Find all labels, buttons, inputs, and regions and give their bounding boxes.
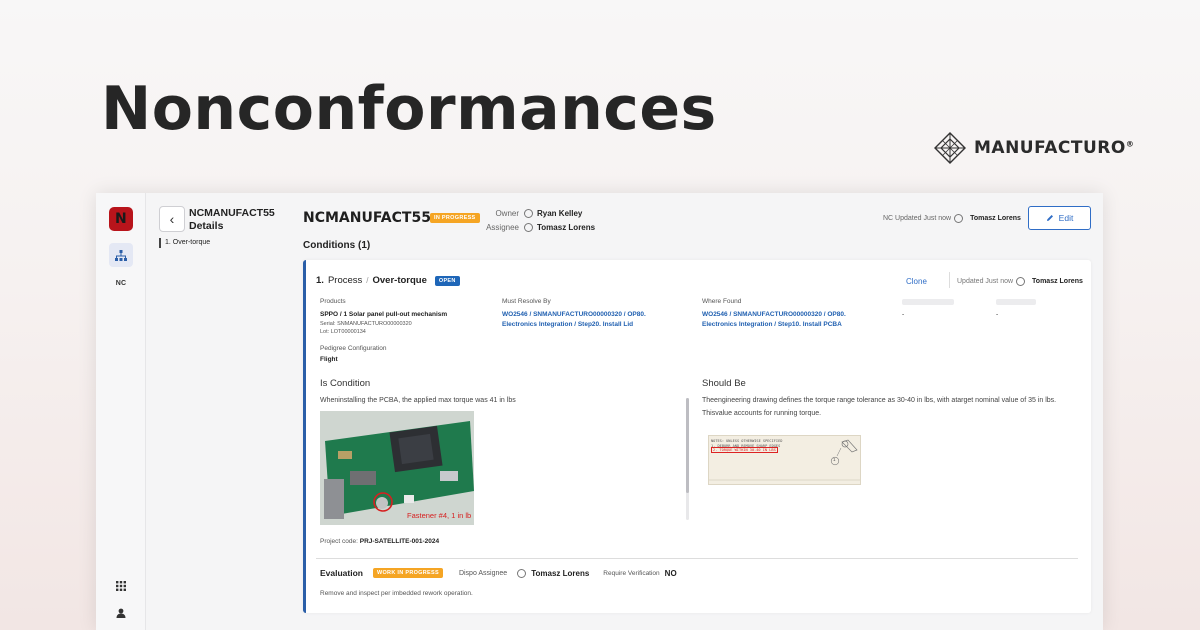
photo-caption: Fastener #4, 1 in lb <box>407 511 472 520</box>
sidebar-title: NCMANUFACT55 Details <box>189 207 275 232</box>
project-code: Project code: PRJ-SATELLITE-001-2024 <box>320 538 440 545</box>
pencil-icon <box>1046 215 1053 221</box>
divider <box>316 558 1078 559</box>
verification-label: Require Verification <box>603 569 660 577</box>
is-condition-text: Wheninstalling the PCBA, the applied max… <box>320 397 516 404</box>
must-resolve-link[interactable]: WO2546 / SNMANUFACTURO00000320 / OP80. E… <box>502 310 667 330</box>
scrollbar[interactable] <box>686 398 689 520</box>
nc-updated: NC Updated Just now Tomasz Lorens <box>883 214 1021 223</box>
condition-category: Process <box>327 275 363 286</box>
nc-updated-by: Tomasz Lorens <box>970 215 1021 222</box>
products-label: Products <box>320 298 346 305</box>
condition-name: Over-torque <box>372 275 427 286</box>
user-icon[interactable] <box>109 601 133 625</box>
clone-button[interactable]: Clone <box>906 277 927 286</box>
edit-button[interactable]: Edit <box>1028 206 1091 230</box>
condition-heading: 1. Process / Over-torque OPEN <box>316 275 460 286</box>
avatar-icon <box>517 568 527 578</box>
evaluation-title: Evaluation <box>320 568 363 578</box>
avatar-icon <box>1016 277 1026 286</box>
avatar-icon <box>954 214 964 223</box>
nc-icon[interactable]: NC <box>109 271 133 295</box>
app-logo[interactable]: N <box>109 207 133 231</box>
condition-updated: Updated Just now Tomasz Lorens <box>957 277 1083 286</box>
nc-id: NCMANUFACT55 <box>303 210 431 226</box>
should-be-text: Theengineering drawing defines the torqu… <box>702 397 1057 417</box>
condition-card: 1. Process / Over-torque OPEN Clone Upda… <box>303 260 1091 613</box>
must-resolve-label: Must Resolve By <box>502 298 551 305</box>
where-found-link[interactable]: WO2546 / SNMANUFACTURO00000320 / OP80. E… <box>702 310 872 330</box>
brand-logo: MANUFACTURO® <box>934 132 1134 164</box>
dispo-assignee[interactable]: Tomasz Lorens <box>531 569 589 578</box>
scrollbar-thumb[interactable] <box>686 398 689 493</box>
hierarchy-icon[interactable] <box>109 243 133 267</box>
avatar-icon <box>524 222 533 232</box>
placeholder-label <box>996 299 1036 305</box>
pedigree-label: Pedigree Configuration <box>320 345 387 352</box>
details-sidebar: ‹ NCMANUFACT55 Details 1. Over-torque <box>146 193 291 630</box>
chevron-left-icon: ‹ <box>169 211 175 227</box>
nc-updated-text: NC Updated Just now <box>883 215 952 222</box>
back-button[interactable]: ‹ <box>159 206 185 232</box>
people-block: Owner Ryan Kelley Assignee Tomasz Lorens <box>481 206 595 234</box>
owner-label: Owner <box>495 208 519 218</box>
evaluation-note: Remove and inspect per imbedded rework o… <box>320 590 473 597</box>
lot-value: Lot: LOT00000134 <box>320 329 366 335</box>
where-found-label: Where Found <box>702 298 742 305</box>
conditions-title: Conditions (1) <box>303 240 371 251</box>
extra-value-b: - <box>996 311 999 318</box>
open-badge: OPEN <box>434 275 460 286</box>
evaluation-row: Evaluation WORK IN PROGRESS Dispo Assign… <box>320 568 677 578</box>
hero-title: Nonconformances <box>101 74 717 144</box>
avatar-icon <box>524 208 533 218</box>
divider <box>949 272 950 288</box>
owner-name[interactable]: Ryan Kelley <box>537 209 582 218</box>
evaluation-status-badge: WORK IN PROGRESS <box>372 568 443 578</box>
condition-number: 1. <box>316 275 324 286</box>
nav-rail: N NC <box>96 193 146 630</box>
main-content: NCMANUFACT55 IN PROGRESS Owner Ryan Kell… <box>291 193 1103 630</box>
placeholder-label <box>902 299 954 305</box>
drawing-callout: 1 <box>833 457 836 462</box>
sidebar-item-over-torque[interactable]: 1. Over-torque <box>159 238 210 248</box>
pcb-photo[interactable]: Fastener #4, 1 in lb <box>320 411 474 525</box>
is-condition-title: Is Condition <box>320 378 371 389</box>
condition-updated-text: Updated Just now <box>957 278 1014 285</box>
apps-grid-icon[interactable] <box>109 574 133 598</box>
status-badge: IN PROGRESS <box>430 213 480 223</box>
products-value: SPPO / 1 Solar panel pull-out mechanism … <box>320 310 490 336</box>
edit-label: Edit <box>1058 213 1074 223</box>
serial-value: Serial: SNMANUFACTURO00000320 <box>320 321 412 327</box>
pedigree-value: Flight <box>320 356 338 363</box>
manufacturo-logo-icon <box>934 132 966 164</box>
verification-value: NO <box>664 568 677 578</box>
should-be-title: Should Be <box>702 378 746 389</box>
app-window: N NC ‹ NCMANUFACT55 Details 1. Over-torq… <box>96 193 1103 630</box>
assignee-label: Assignee <box>486 222 519 232</box>
brand-name: MANUFACTURO® <box>974 138 1135 158</box>
dispo-label: Dispo Assignee <box>458 569 508 577</box>
extra-value-a: - <box>902 311 905 318</box>
condition-updated-by: Tomasz Lorens <box>1032 278 1083 285</box>
engineering-drawing[interactable]: NOTES: UNLESS OTHERWISE SPECIFIED 1. DEB… <box>708 435 861 485</box>
assignee-name[interactable]: Tomasz Lorens <box>537 223 595 232</box>
condition-separator: / <box>366 276 369 285</box>
